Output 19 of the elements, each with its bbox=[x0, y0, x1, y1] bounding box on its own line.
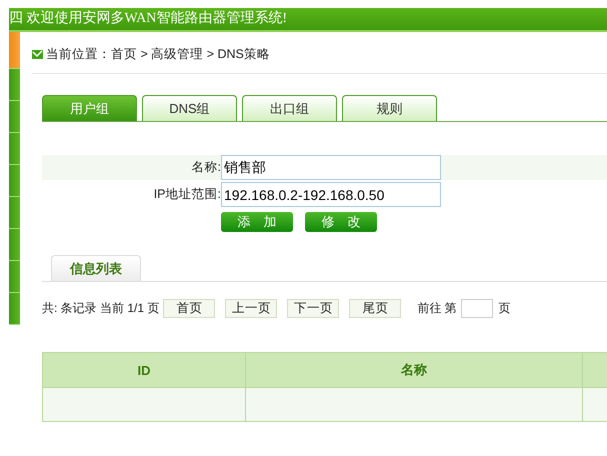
page-suffix: 页 bbox=[498, 300, 511, 317]
tab[interactable]: 出口组 bbox=[242, 95, 337, 121]
goto-label: 前往 第 bbox=[417, 300, 457, 317]
field-label: IP地址范围: bbox=[152, 186, 221, 203]
page-button[interactable]: 下一页 bbox=[287, 299, 340, 318]
record-summary: 共: 条记录 当前 1/1 页 bbox=[42, 300, 160, 317]
column-header: ID bbox=[42, 352, 246, 388]
page-button[interactable]: 尾页 bbox=[349, 299, 402, 318]
list-tab[interactable]: 信息列表 bbox=[51, 255, 141, 281]
column-header: 名称 bbox=[246, 352, 582, 388]
tab[interactable]: 规则 bbox=[342, 95, 437, 121]
tab[interactable]: DNS组 bbox=[142, 95, 237, 121]
field-label: 名称: bbox=[190, 159, 221, 176]
input-field[interactable]: 192.168.0.2-192.168.0.50 bbox=[221, 182, 441, 207]
header-title: 四 欢迎使用安网多WAN智能路由器管理系统! bbox=[9, 8, 607, 32]
breadcrumb: 当前位置：首页 > 高级管理 > DNS策略 bbox=[46, 46, 270, 62]
page-button[interactable]: 上一页 bbox=[225, 299, 278, 318]
input-field[interactable]: 销售部 bbox=[221, 155, 441, 180]
page-button[interactable]: 首页 bbox=[163, 299, 216, 318]
